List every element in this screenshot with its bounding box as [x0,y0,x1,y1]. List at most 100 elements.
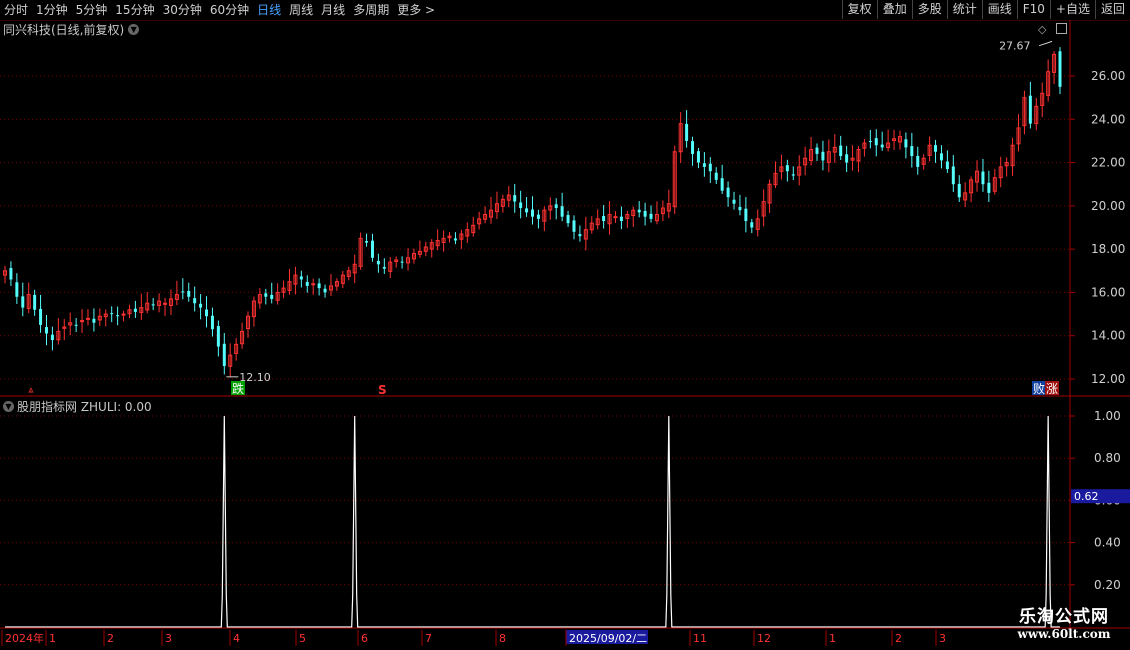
candle-body-up [85,317,90,320]
candle-body-down [560,206,564,217]
candle-body-down [9,268,13,280]
candle-body-down [637,209,641,213]
candle-body-down [531,209,534,217]
candle-body-down [270,294,274,299]
candle-body-down [44,327,48,334]
candle-body-down [382,266,386,269]
candle-body-down [720,178,724,191]
candle-body-down [21,296,25,308]
diamond-icon[interactable]: ◇ [1038,23,1046,36]
candle-body-down [110,313,114,315]
candle-body-down [554,204,558,209]
indicator-axis: 1.000.800.600.400.200.62 [1070,409,1130,592]
candle-body-down [370,240,374,258]
candle-body-down [744,208,748,222]
candle-body-down [714,172,718,180]
candle-body-down [525,208,529,213]
candle-body-down [910,146,914,157]
candle-body-down [702,163,706,167]
time-axis[interactable]: 2024年 1 2 3 4 5 6 7 8 2025/09/02/二 11 12 1 2 3 [1,630,946,646]
watermark-logo: 乐淘公式网 www.60lt.com [998,602,1130,642]
time-tick-label: 5 [299,632,306,645]
candle-body-down [643,210,647,217]
indicator-caption[interactable]: ▼ 股朋指标网 ZHULI: 0.00 [3,398,152,415]
candle-body-down [513,195,517,202]
time-tick-label: 7 [425,632,432,645]
indicator-grid [0,415,1070,586]
candle-body-down [981,171,985,185]
indicator-title: 股朋指标网 ZHULI: 0.00 [17,400,152,414]
zhang-marker: 涨 [1046,381,1058,396]
watermark-title: 乐淘公式网 [1019,607,1109,627]
candle-body-down [685,123,689,141]
candle-body-down [821,151,825,161]
price-axis: 26.00 24.00 22.00 20.00 18.00 16.00 14.00 12.00 [1070,69,1125,386]
stock-chart-canvas[interactable]: 26.00 24.00 22.00 20.00 18.00 16.00 14.00 12.00… [0,0,1130,650]
candle-body-down [39,308,43,325]
candle-body-down [726,187,730,198]
price-tick-label: 24.00 [1091,112,1125,126]
price-tick-label: 20.00 [1091,199,1125,213]
candle-body-down [578,234,582,237]
time-tick-label: 8 [499,632,506,645]
candle-body-down [566,215,570,224]
candle-body-down [691,141,695,154]
candle-body-down [216,326,220,347]
current-value-label: 0.62 [1074,490,1099,503]
candle-body-down [738,206,742,211]
indicator-tick-label: 1.00 [1094,409,1121,423]
chevron-down-icon[interactable]: ▼ [3,401,14,412]
high-label: 27.67 [999,40,1030,53]
candle-body-down [365,241,369,243]
candle-body-down [50,334,54,341]
watermark-url: www.60lt.com [1017,627,1111,641]
price-tick-label: 26.00 [1091,69,1125,83]
sell-s-marker: S [378,383,387,397]
candle-body-down [323,288,327,293]
candle-body-down [299,276,303,280]
candle-body-down [193,298,197,304]
candle-body-down [519,202,523,209]
candle-body-down [619,216,623,222]
time-tick-label: 11 [693,632,707,645]
candle-body-down [33,294,37,310]
indicator-tick-label: 0.80 [1094,451,1121,465]
window-toggle-icon[interactable] [1056,23,1067,34]
candle-body-down [987,182,991,193]
buy-arrow-icon: ⩓ [28,385,34,396]
candle-body-down [845,154,849,163]
candle-body-down [934,145,938,152]
time-tick-label: 2024年 [5,631,44,645]
main-chart-title: 同兴科技(日线,前复权) [3,23,125,37]
chart-annotations: 27.6712.10⩓ 跌 S 败涨 [28,40,1059,397]
zhuli-line [5,415,1060,628]
candle-body-down [750,222,754,228]
candle-body-down [916,155,920,167]
candle-body-down [815,147,819,154]
candle-body-down [957,183,961,198]
time-tick-label: 1 [829,632,836,645]
candle-body-down [951,166,955,185]
candle-body-down [317,283,321,289]
chevron-down-icon[interactable]: ▼ [128,24,140,35]
candle-body-down [305,281,309,286]
candle-body-down [187,290,191,297]
candle-body-down [839,145,843,157]
candle-body-down [536,214,540,219]
price-tick-label: 14.00 [1091,329,1125,343]
candle-body-down [151,304,155,306]
candle-body-down [791,174,795,176]
main-chart-caption[interactable]: 同兴科技(日线,前复权) ▼ [3,21,142,38]
candle-body-down [939,153,943,161]
time-tick-label: 3 [939,632,946,645]
candle-body-down [732,199,736,204]
candle-body-down [602,216,606,222]
candle-body-down [133,308,137,312]
time-tick-label: 12 [757,632,771,645]
candle-body-up [311,283,316,286]
time-tick-label: 6 [361,632,368,645]
candle-body-up [121,313,126,316]
bai-marker: 败 [1033,381,1045,396]
die-marker: 跌 [232,381,244,396]
candle-body-up [613,216,618,219]
